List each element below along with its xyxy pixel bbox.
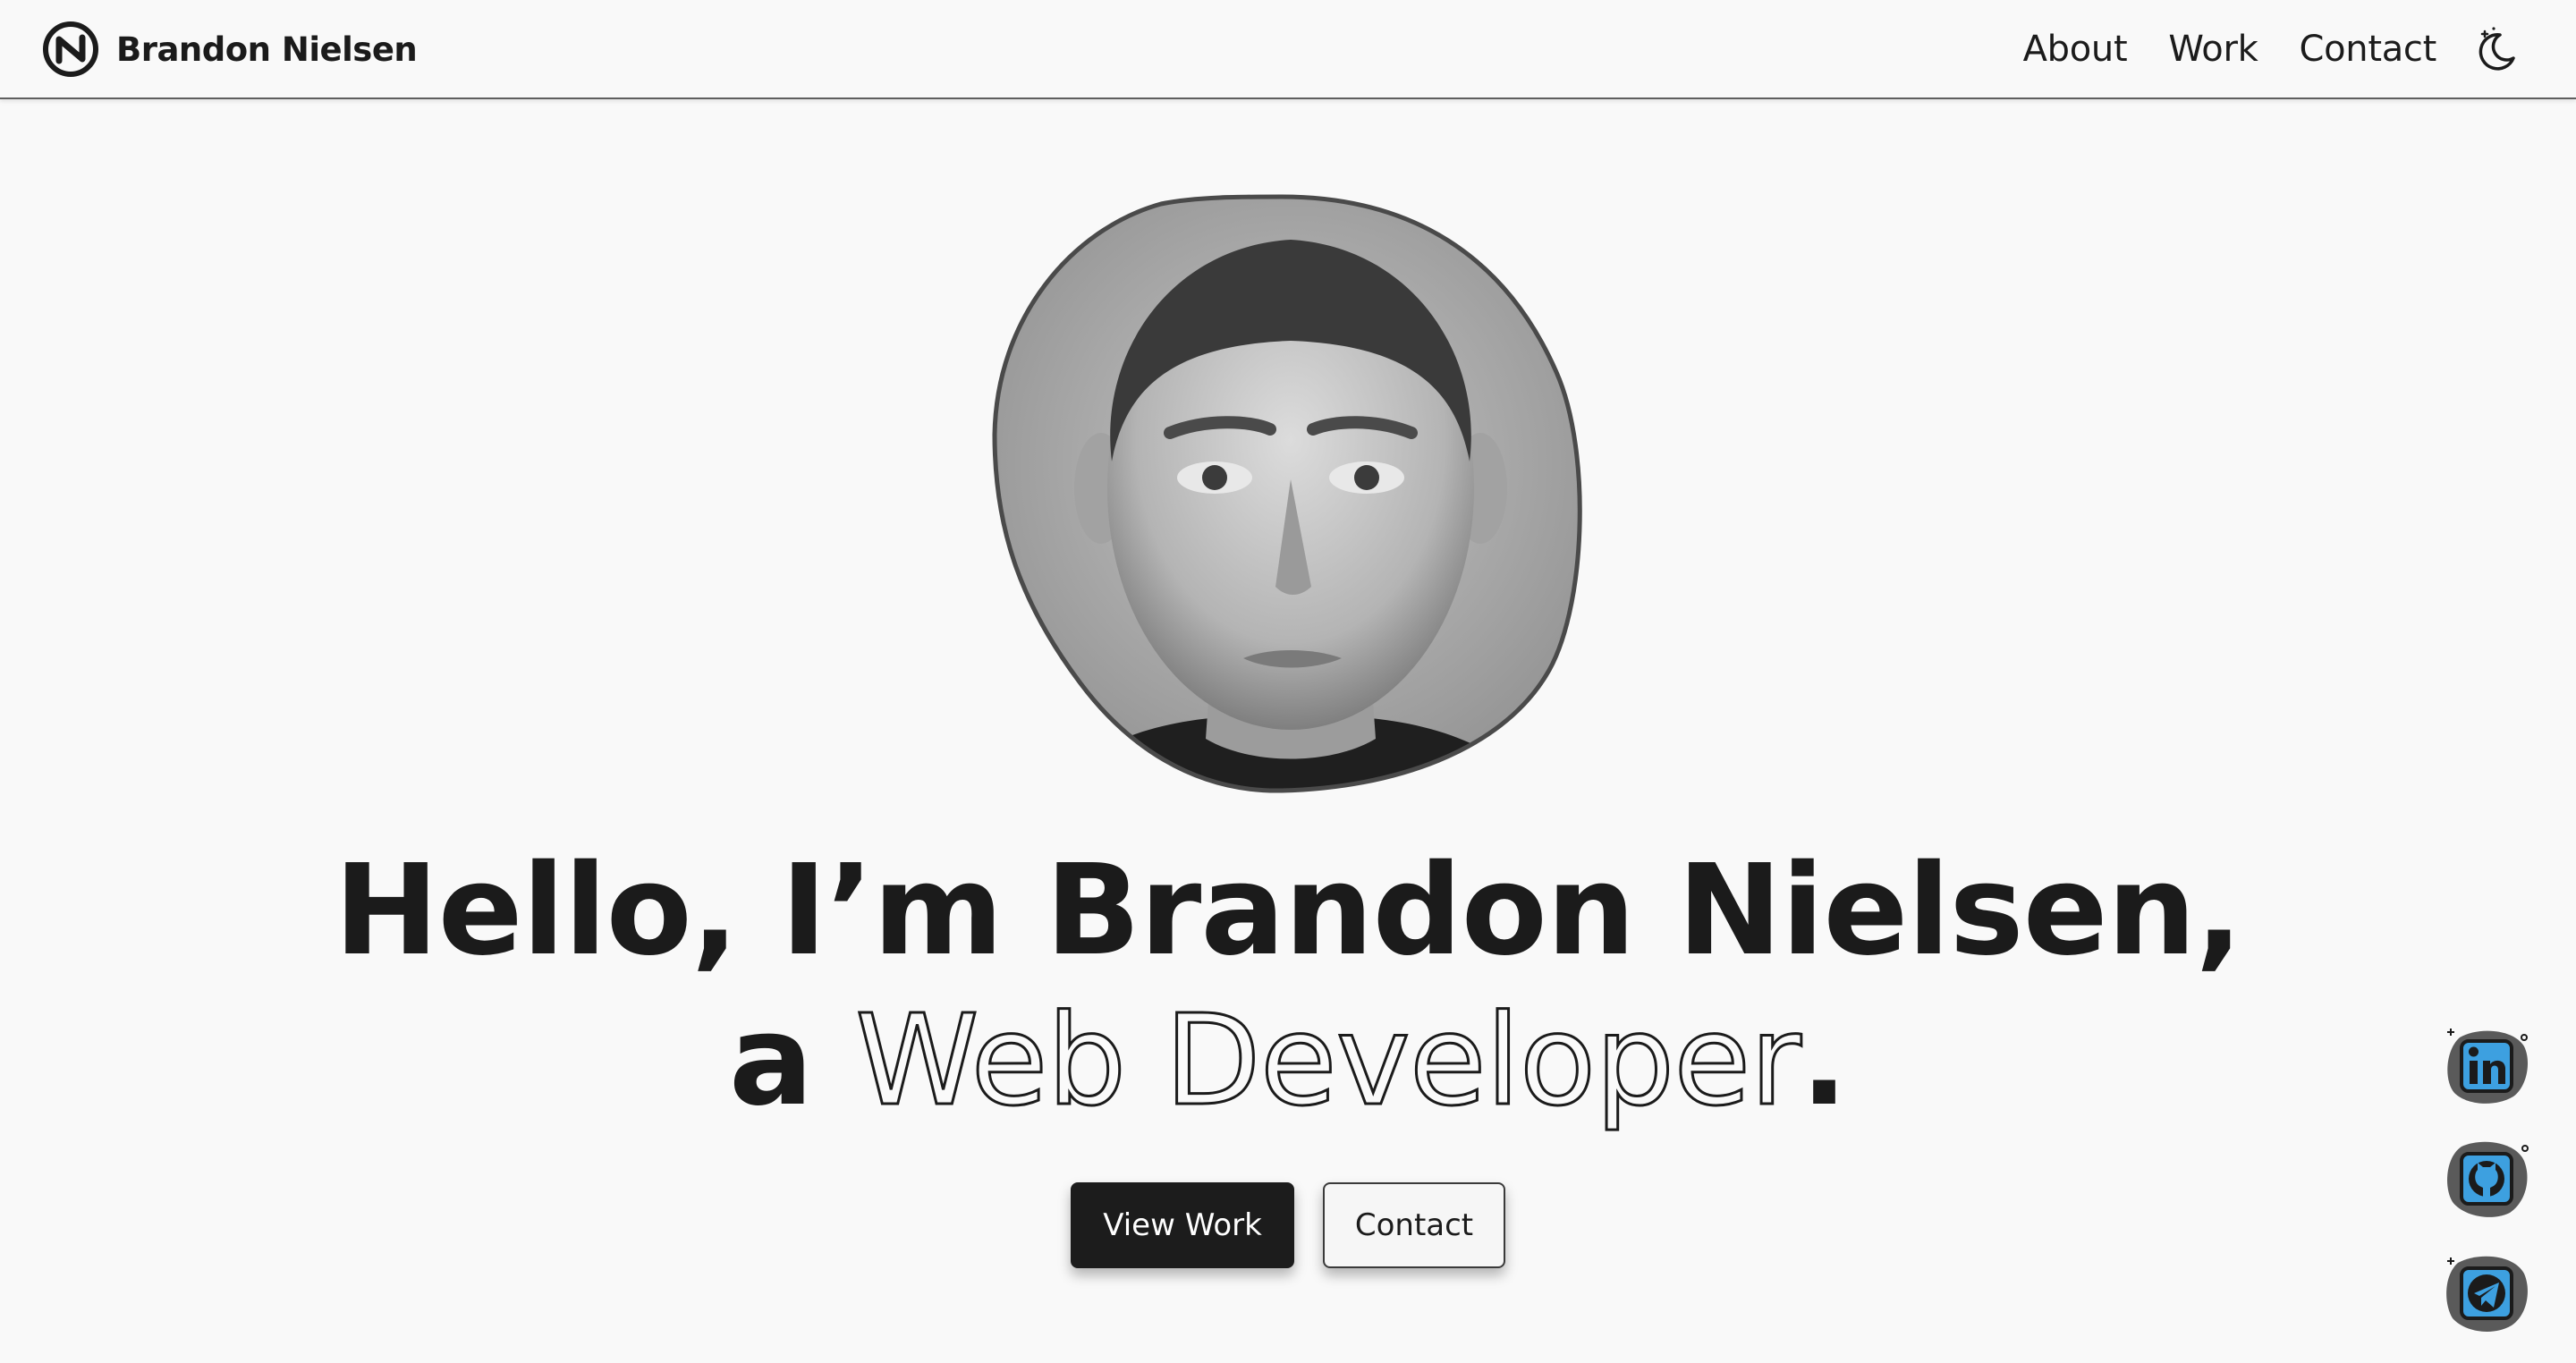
brand-home-link[interactable]: Brandon Nielsen xyxy=(41,20,418,79)
moon-icon[interactable] xyxy=(2470,22,2524,76)
contact-button[interactable]: Contact xyxy=(1323,1182,1505,1268)
telegram-icon[interactable] xyxy=(2442,1249,2531,1338)
nav-work[interactable]: Work xyxy=(2168,29,2258,70)
github-icon[interactable] xyxy=(2442,1134,2531,1223)
logo-icon xyxy=(43,21,98,77)
nav-contact[interactable]: Contact xyxy=(2299,29,2436,70)
brand-name: Brandon Nielsen xyxy=(116,30,418,69)
profile-portrait xyxy=(992,194,1582,793)
nav-about[interactable]: About xyxy=(2023,29,2128,70)
linkedin-icon[interactable] xyxy=(2442,1021,2531,1111)
headline-role: Web Developer xyxy=(854,987,1803,1136)
headline-prefix: a xyxy=(728,988,813,1134)
headline-line-1: Hello, I’m Brandon Nielsen, xyxy=(334,838,2242,984)
view-work-button[interactable]: View Work xyxy=(1071,1182,1294,1268)
headline-period: . xyxy=(1800,988,1848,1134)
site-header: Brandon Nielsen About Work Contact xyxy=(0,0,2576,99)
hero-headline: Hello, I’m Brandon Nielsen, a Web Develo… xyxy=(0,836,2576,1137)
cta-buttons: View Work Contact xyxy=(0,1182,2576,1268)
main-nav: About Work Contact xyxy=(1982,20,2524,79)
